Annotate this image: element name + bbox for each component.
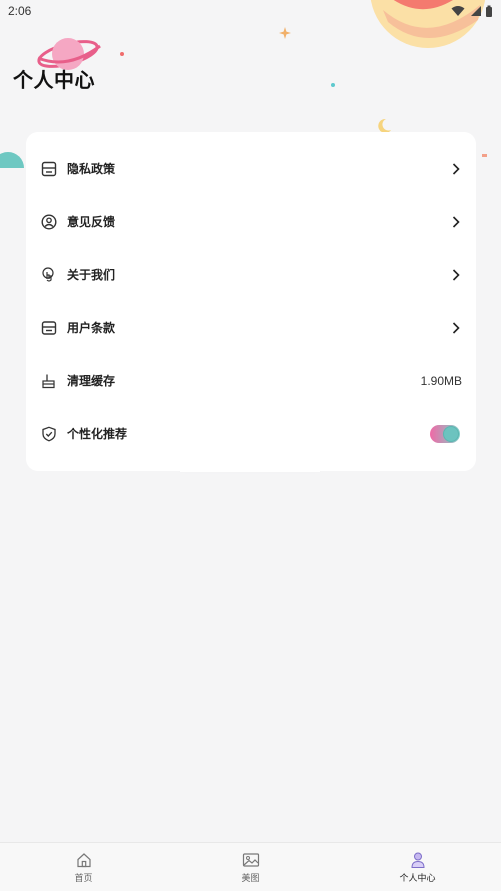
profile-icon <box>409 851 427 869</box>
settings-item-feedback[interactable]: 意见反馈 <box>26 195 476 248</box>
nav-label: 美图 <box>241 873 260 884</box>
star-decoration <box>279 27 291 39</box>
nav-label: 个人中心 <box>399 873 436 884</box>
settings-item-user-terms[interactable]: 用户条款 <box>26 301 476 354</box>
chevron-right-icon <box>450 268 462 282</box>
bottom-nav: 首页 美图 个人中心 <box>0 842 501 891</box>
battery-icon <box>486 5 492 17</box>
wifi-icon <box>451 6 465 16</box>
settings-item-privacy-policy[interactable]: 隐私政策 <box>26 142 476 195</box>
home-icon <box>75 851 93 869</box>
settings-item-about-us[interactable]: 关于我们 <box>26 248 476 301</box>
status-bar: 2:06 <box>0 0 501 22</box>
toggle-knob <box>443 425 459 442</box>
page-title: 个人中心 <box>13 68 95 92</box>
settings-item-label: 用户条款 <box>67 321 116 335</box>
status-time: 2:06 <box>8 4 32 18</box>
personalized-recommendation-toggle[interactable] <box>430 424 460 443</box>
settings-item-label: 隐私政策 <box>67 162 116 176</box>
chevron-right-icon <box>450 321 462 335</box>
cache-size-value: 1.90MB <box>420 373 462 388</box>
nav-item-profile[interactable]: 个人中心 <box>358 851 478 884</box>
terms-icon <box>40 319 58 337</box>
nav-item-gallery[interactable]: 美图 <box>191 851 311 884</box>
user-circle-icon <box>40 213 58 231</box>
nav-label: 首页 <box>74 873 93 884</box>
settings-card: 隐私政策 意见反馈 关于我们 用户条款 清理缓存 1.90MB 个性化推荐 <box>26 132 476 471</box>
image-icon <box>242 851 260 869</box>
broom-icon <box>40 372 58 390</box>
chevron-right-icon <box>450 215 462 229</box>
settings-item-label: 个性化推荐 <box>67 427 128 441</box>
settings-item-clear-cache[interactable]: 清理缓存 1.90MB <box>26 354 476 407</box>
dot-decoration <box>120 52 124 56</box>
settings-item-label: 意见反馈 <box>67 215 116 229</box>
hand-touch-icon <box>40 266 58 284</box>
settings-item-label: 关于我们 <box>67 268 116 282</box>
shield-check-icon <box>40 425 58 443</box>
signal-icon <box>471 6 481 16</box>
chevron-right-icon <box>450 162 462 176</box>
teal-planet-decoration <box>0 152 24 168</box>
settings-item-personalized-recommendation: 个性化推荐 <box>26 407 476 460</box>
dot-decoration <box>331 83 335 87</box>
dot-decoration <box>482 154 487 157</box>
settings-item-label: 清理缓存 <box>67 374 116 388</box>
document-icon <box>40 160 58 178</box>
nav-item-home[interactable]: 首页 <box>24 851 144 884</box>
status-icons <box>451 5 493 18</box>
